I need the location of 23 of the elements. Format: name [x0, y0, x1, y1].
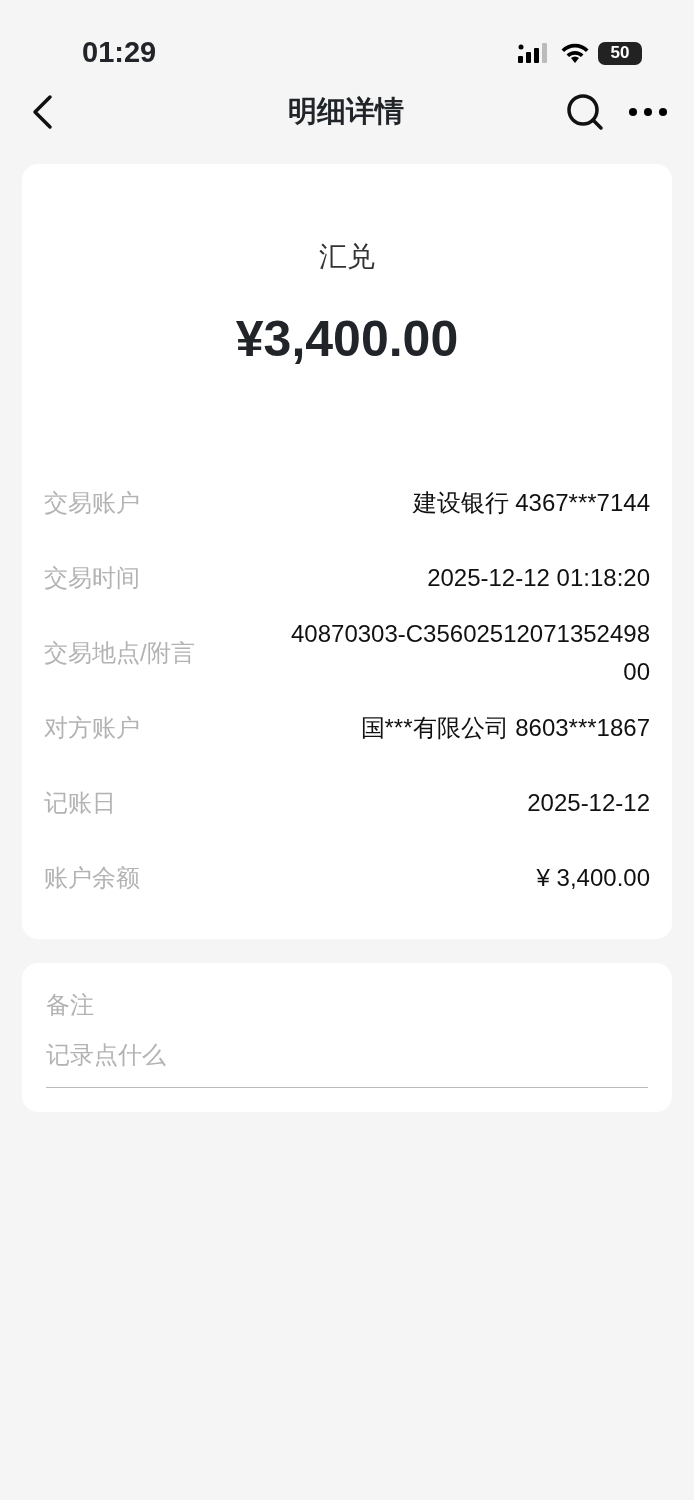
more-icon[interactable] — [628, 107, 668, 117]
status-time: 01:29 — [82, 35, 157, 71]
note-field[interactable]: 记录点什么 — [46, 1031, 648, 1088]
transaction-type: 汇兑 — [318, 240, 376, 274]
page-title: 明细详情 — [287, 94, 404, 130]
detail-label: 对方账户 — [44, 712, 140, 743]
detail-value: 40870303-C3560251207135249800 — [290, 619, 650, 687]
detail-value: ¥ 3,400.00 — [535, 862, 650, 893]
detail-label: 交易时间 — [44, 562, 140, 593]
amount: ¥3,400.00 — [234, 310, 460, 369]
detail-value: 国***有限公司 8603***1867 — [359, 712, 650, 743]
back-icon[interactable] — [30, 94, 54, 130]
detail-label: 交易地点/附言 — [44, 637, 195, 668]
note-label: 备注 — [46, 990, 95, 1020]
search-icon[interactable] — [566, 93, 604, 131]
detail-value: 2025-12-12 — [526, 787, 650, 818]
detail-label: 记账日 — [44, 787, 116, 818]
battery-indicator: 50 — [598, 41, 642, 65]
detail-label: 账户余额 — [44, 862, 140, 893]
detail-label: 交易账户 — [44, 487, 140, 518]
detail-value: 2025-12-12 01:18:20 — [426, 562, 650, 593]
wifi-icon — [560, 42, 590, 64]
detail-value: 建设银行 4367***7144 — [411, 487, 650, 518]
